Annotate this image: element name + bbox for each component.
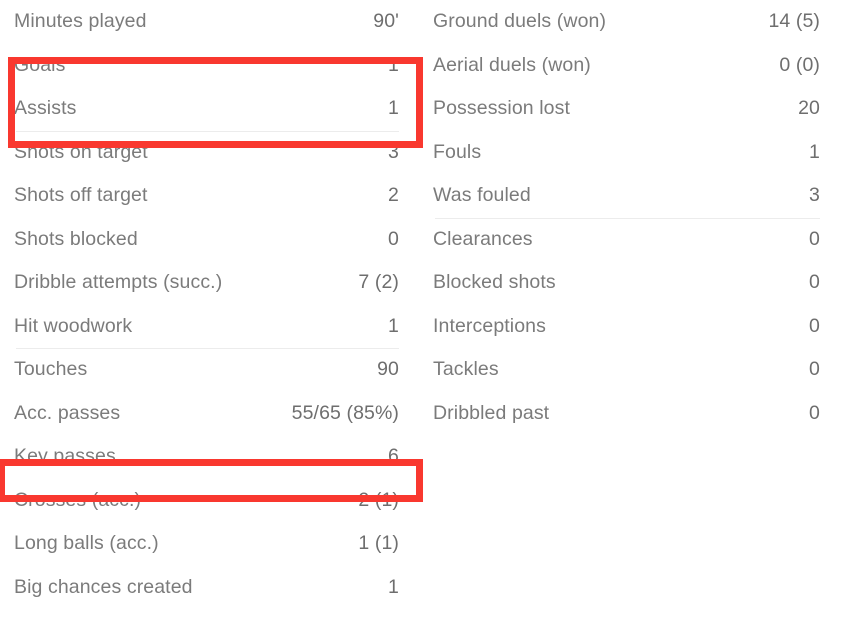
stat-label: Hit woodwork [14, 314, 133, 337]
stat-label: Long balls (acc.) [14, 532, 159, 555]
stat-value: 6 [388, 445, 399, 468]
stat-label: Tackles [433, 358, 499, 381]
stat-label: Crosses (acc.) [14, 488, 142, 511]
stat-value: 1 [809, 140, 820, 163]
stat-label: Minutes played [14, 10, 147, 33]
stat-row-shots-off-target: Shots off target 2 [14, 174, 399, 218]
stat-row-acc-passes: Acc. passes 55/65 (85%) [14, 392, 399, 436]
stat-value: 2 (1) [358, 488, 399, 511]
stat-value: 55/65 (85%) [291, 401, 399, 424]
stat-row-big-chances-created: Big chances created 1 [14, 566, 399, 610]
stat-row-assists: Assists 1 [14, 87, 399, 131]
stat-row-minutes-played: Minutes played 90' [14, 0, 399, 44]
stat-label: Was fouled [433, 184, 531, 207]
stat-row-goals: Goals 1 [14, 44, 399, 88]
stat-row-shots-on-target: Shots on target 3 [14, 131, 399, 175]
stat-value: 90 [377, 358, 399, 381]
stat-label: Shots off target [14, 184, 148, 207]
stat-value: 0 [809, 227, 820, 250]
stat-label: Interceptions [433, 314, 546, 337]
stat-value: 0 (0) [779, 53, 820, 76]
stat-label: Fouls [433, 140, 482, 163]
stat-row-clearances: Clearances 0 [433, 218, 820, 262]
stat-value: 2 [388, 184, 399, 207]
stat-value: 0 [809, 358, 820, 381]
stat-value: 0 [809, 271, 820, 294]
stat-value: 14 (5) [768, 10, 820, 33]
stat-row-was-fouled: Was fouled 3 [433, 174, 820, 218]
stat-row-interceptions: Interceptions 0 [433, 305, 820, 349]
stat-row-possession-lost: Possession lost 20 [433, 87, 820, 131]
stat-value: 1 [388, 575, 399, 598]
stat-row-dribbled-past: Dribbled past 0 [433, 392, 820, 436]
stat-label: Clearances [433, 227, 533, 250]
stat-value: 1 [388, 53, 399, 76]
stats-group-passing: Touches 90 Acc. passes 55/65 (85%) Key p… [14, 348, 399, 609]
stat-value: 20 [798, 97, 820, 120]
stat-value: 0 [809, 401, 820, 424]
stat-row-dribble-attempts: Dribble attempts (succ.) 7 (2) [14, 261, 399, 305]
stats-column-left: Minutes played 90' Goals 1 Assists 1 Sho… [0, 0, 423, 609]
stat-row-blocked-shots: Blocked shots 0 [433, 261, 820, 305]
stat-row-aerial-duels: Aerial duels (won) 0 (0) [433, 44, 820, 88]
stat-row-long-balls: Long balls (acc.) 1 (1) [14, 522, 399, 566]
stat-label: Dribble attempts (succ.) [14, 271, 223, 294]
stat-label: Dribbled past [433, 401, 550, 424]
stat-label: Blocked shots [433, 271, 556, 294]
stat-row-touches: Touches 90 [14, 348, 399, 392]
stat-label: Possession lost [433, 97, 570, 120]
stat-label: Goals [14, 53, 66, 76]
stat-value: 3 [388, 140, 399, 163]
stat-label: Aerial duels (won) [433, 53, 591, 76]
stat-value: 1 [388, 97, 399, 120]
stats-column-right: Ground duels (won) 14 (5) Aerial duels (… [421, 0, 842, 435]
stats-group-attacking: Shots on target 3 Shots off target 2 Sho… [14, 130, 399, 349]
stats-group-duels: Ground duels (won) 14 (5) Aerial duels (… [433, 0, 820, 218]
stat-row-ground-duels: Ground duels (won) 14 (5) [433, 0, 820, 44]
stat-label: Shots on target [14, 140, 148, 163]
stat-row-shots-blocked: Shots blocked 0 [14, 218, 399, 262]
stats-group-summary: Minutes played 90' Goals 1 Assists 1 [14, 0, 399, 131]
stat-label: Big chances created [14, 575, 193, 598]
stat-row-hit-woodwork: Hit woodwork 1 [14, 305, 399, 349]
stat-label: Assists [14, 97, 77, 120]
stat-label: Touches [14, 358, 88, 381]
stat-value: 7 (2) [358, 271, 399, 294]
stat-row-key-passes: Key passes 6 [14, 435, 399, 479]
stat-label: Acc. passes [14, 401, 121, 424]
stat-label: Key passes [14, 445, 116, 468]
stat-row-crosses: Crosses (acc.) 2 (1) [14, 479, 399, 523]
stat-label: Ground duels (won) [433, 10, 607, 33]
stats-group-defending: Clearances 0 Blocked shots 0 Interceptio… [433, 217, 820, 436]
stat-value: 1 [388, 314, 399, 337]
stat-value: 3 [809, 184, 820, 207]
stat-value: 1 (1) [358, 532, 399, 555]
stat-value: 0 [388, 227, 399, 250]
stat-value: 0 [809, 314, 820, 337]
stat-label: Shots blocked [14, 227, 138, 250]
stat-row-fouls: Fouls 1 [433, 131, 820, 175]
player-stats-panel: Minutes played 90' Goals 1 Assists 1 Sho… [0, 0, 842, 638]
stat-value: 90' [373, 10, 399, 33]
stat-row-tackles: Tackles 0 [433, 348, 820, 392]
